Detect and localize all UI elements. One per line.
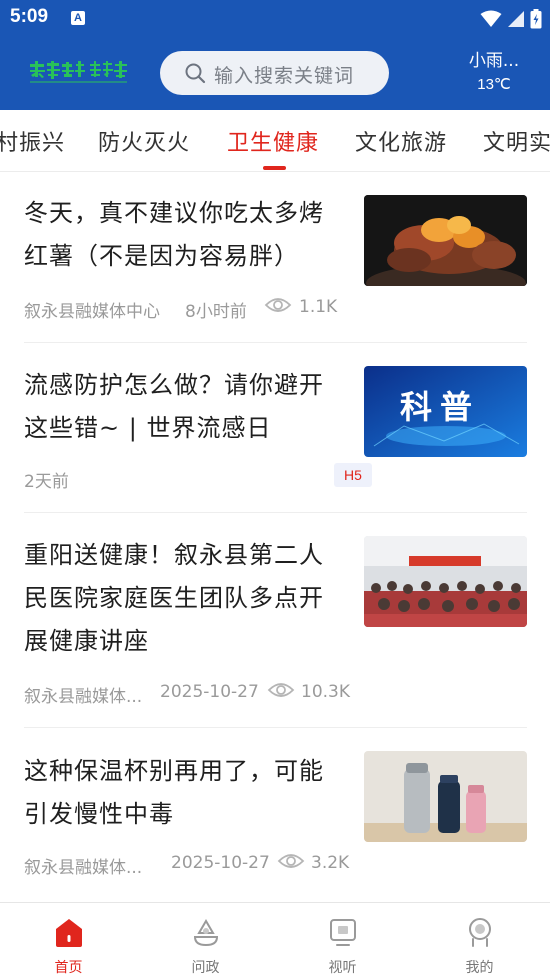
news-title[interactable]: 冬天，真不建议你吃太多烤红薯（不是因为容易胖） — [24, 192, 344, 278]
news-time: 2025-10-27 — [160, 682, 259, 702]
nav-label: 视听 — [328, 960, 357, 976]
search-icon — [185, 63, 206, 84]
news-time: 2025-10-27 — [171, 853, 270, 873]
notification-icon: A — [71, 11, 85, 25]
tab-health[interactable]: 卫生健康 — [227, 125, 319, 157]
nav-media[interactable]: 视听 — [274, 903, 411, 980]
news-title[interactable]: 这种保温杯别再用了，可能引发慢性中毒 — [24, 750, 344, 836]
nav-label: 问政 — [191, 960, 220, 976]
views-eye-icon — [264, 298, 292, 312]
news-source: 叙永县融媒体中心 — [24, 302, 160, 322]
news-thumbnail[interactable] — [364, 751, 527, 842]
news-thumbnail[interactable]: 科普 — [364, 366, 527, 457]
news-source: 叙永县融媒体... — [24, 858, 143, 878]
news-title[interactable]: 重阳送健康！叙永县第二人民医院家庭医生团队多点开展健康讲座 — [24, 534, 344, 663]
category-tabs: 村振兴 防火灭火 卫生健康 文化旅游 文明实 — [0, 110, 550, 172]
search-bar[interactable]: 输入搜索关键词 — [160, 51, 389, 95]
tab-fire-prevention[interactable]: 防火灭火 — [98, 125, 190, 157]
profile-icon — [468, 918, 491, 947]
news-thumbnail[interactable] — [364, 536, 527, 627]
wifi-icon — [480, 10, 502, 27]
news-item[interactable]: 冬天，真不建议你吃太多烤红薯（不是因为容易胖） 叙永县融媒体中心 8小时前 1.… — [0, 172, 550, 342]
tab-culture-tourism[interactable]: 文化旅游 — [355, 125, 447, 157]
battery-icon — [530, 8, 542, 28]
bottom-nav: 首页 问政 视听 我的 — [0, 902, 550, 980]
status-time: 5:09 — [10, 6, 49, 27]
media-icon — [329, 919, 356, 946]
views-eye-icon — [277, 854, 305, 868]
nav-inquiry[interactable]: 问政 — [137, 903, 274, 980]
news-views: 3.2K — [311, 853, 350, 873]
news-title[interactable]: 流感防护怎么做？请你避开这些错~ | 世界流感日 — [24, 364, 344, 450]
news-item[interactable]: 这种保温杯别再用了，可能引发慢性中毒 叙永县融媒体... 2025-10-27 … — [0, 728, 550, 900]
signal-icon — [507, 10, 524, 27]
news-item[interactable]: 流感防护怎么做？请你避开这些错~ | 世界流感日 科普 2天前 H5 — [0, 343, 550, 513]
news-views: 10.3K — [301, 682, 350, 702]
search-input[interactable]: 输入搜索关键词 — [214, 61, 354, 88]
active-tab-indicator — [263, 166, 286, 170]
news-views: 1.1K — [299, 297, 338, 317]
home-icon — [55, 919, 82, 947]
news-time: 8小时前 — [185, 302, 247, 322]
inquiry-icon — [193, 919, 218, 947]
tab-civilization[interactable]: 文明实 — [483, 125, 550, 157]
app-logo[interactable] — [28, 58, 130, 86]
nav-label: 首页 — [54, 960, 83, 976]
weather-description: 小雨... — [468, 51, 520, 71]
weather-temperature: 13℃ — [477, 76, 511, 93]
news-time: 2天前 — [24, 472, 69, 492]
news-source: 叙永县融媒体... — [24, 687, 143, 707]
views-eye-icon — [267, 683, 295, 697]
weather-widget[interactable]: 小雨... 13℃ — [458, 50, 530, 96]
status-bar: 5:09 A — [0, 0, 550, 36]
nav-home[interactable]: 首页 — [0, 903, 137, 980]
thumbnail-caption: 科普 — [400, 388, 481, 426]
status-icons — [480, 8, 542, 28]
h5-badge: H5 — [334, 463, 372, 487]
news-item[interactable]: 重阳送健康！叙永县第二人民医院家庭医生团队多点开展健康讲座 叙永县融媒体... … — [0, 513, 550, 727]
app-header: 5:09 A 输入搜索关键词 小雨... 13℃ — [0, 0, 550, 110]
nav-profile[interactable]: 我的 — [411, 903, 548, 980]
tab-rural-revitalization[interactable]: 村振兴 — [0, 125, 65, 157]
nav-label: 我的 — [465, 960, 494, 976]
news-thumbnail[interactable] — [364, 195, 527, 286]
